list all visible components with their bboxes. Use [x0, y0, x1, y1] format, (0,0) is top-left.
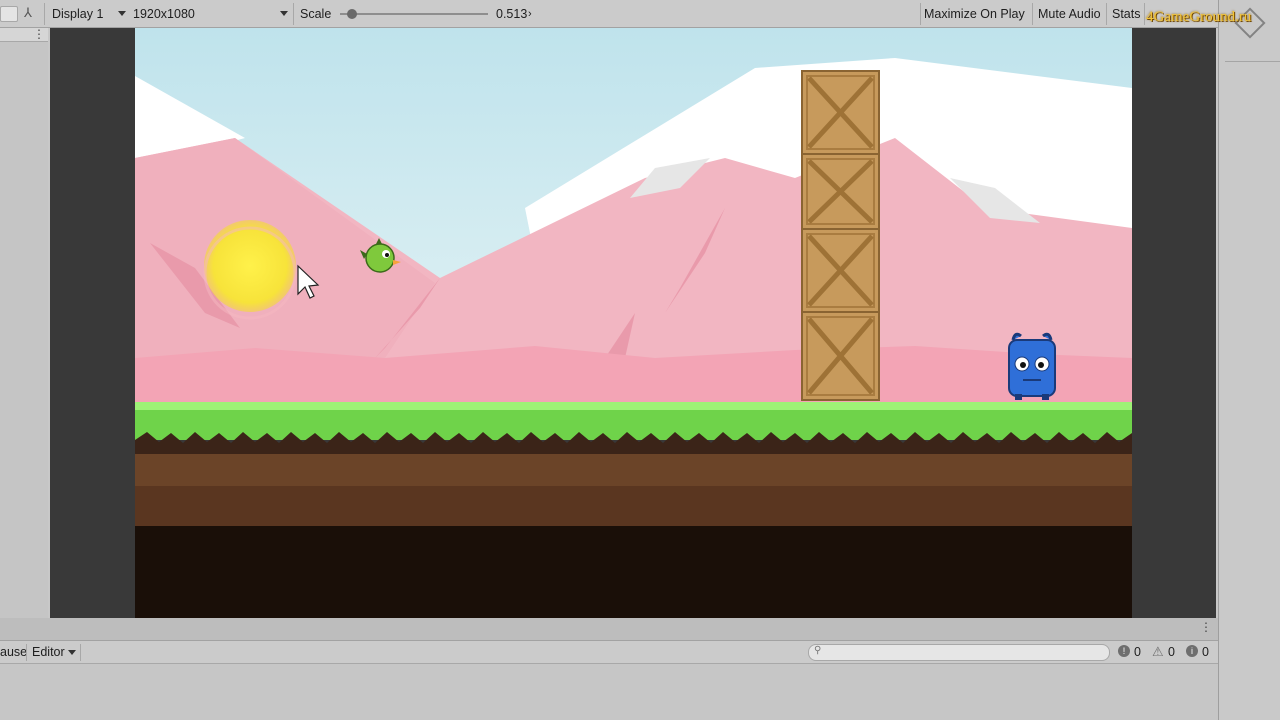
- audio-icon[interactable]: ⅄: [24, 5, 32, 21]
- console-toolbar: ause Editor ⚲ ! 0 ⚠ 0 i 0: [0, 640, 1218, 664]
- toolbar-divider: [44, 3, 45, 25]
- chevron-down-icon: [68, 650, 76, 655]
- chevron-down-icon: [280, 11, 288, 16]
- scale-value: 0.513: [496, 7, 528, 21]
- mute-audio-toggle[interactable]: Mute Audio: [1038, 0, 1101, 28]
- game-view-toolbar: ⅄ Display 1 1920x1080 Scale 0.513 › Maxi…: [0, 0, 1218, 28]
- dirt-dark-band: [135, 486, 1132, 526]
- editor-dropdown[interactable]: Editor: [32, 641, 78, 663]
- console-search-input[interactable]: ⚲: [808, 644, 1110, 661]
- grass: [135, 410, 1132, 440]
- message-count: 0: [1202, 645, 1209, 659]
- chevron-down-icon: [118, 11, 126, 16]
- blue-monster: [1008, 332, 1056, 400]
- scale-slider[interactable]: [340, 9, 488, 19]
- crate: [801, 228, 880, 313]
- display-dropdown[interactable]: Display 1: [52, 0, 128, 28]
- chevron-right-icon: ›: [528, 8, 532, 20]
- warning-icon: ⚠: [1152, 644, 1164, 659]
- search-icon: ⚲: [814, 645, 822, 656]
- toolbar-divider: [26, 644, 27, 661]
- left-side-panel: ⋮: [0, 27, 48, 618]
- toolbar-divider: [80, 644, 81, 661]
- grass-top: [135, 402, 1132, 410]
- game-viewport[interactable]: [135, 28, 1132, 618]
- console-log-area[interactable]: [0, 664, 1218, 720]
- stats-toggle[interactable]: Stats: [1112, 0, 1141, 28]
- toolbar-divider: [1106, 3, 1107, 25]
- sun: [204, 220, 296, 312]
- crate: [801, 311, 880, 401]
- right-side-panel: [1218, 0, 1280, 720]
- scale-label: Scale: [300, 7, 332, 21]
- info-icon: i: [1186, 645, 1198, 657]
- crate: [801, 153, 880, 230]
- toolbar-left-button[interactable]: [0, 6, 18, 22]
- toolbar-divider: [1032, 3, 1033, 25]
- crate: [801, 70, 880, 155]
- error-icon: !: [1118, 645, 1130, 657]
- editor-label: Editor: [32, 645, 65, 659]
- resolution-label: 1920x1080: [133, 7, 195, 21]
- warning-count-toggle[interactable]: ⚠ 0: [1150, 644, 1180, 662]
- pause-on-error-toggle[interactable]: ause: [0, 645, 27, 659]
- maximize-on-play-toggle[interactable]: Maximize On Play: [924, 0, 1025, 28]
- toolbar-divider: [293, 3, 294, 25]
- display-label: Display 1: [52, 7, 104, 21]
- kebab-menu-icon[interactable]: ⋮: [1200, 620, 1212, 634]
- underground: [135, 526, 1132, 618]
- panel-divider: ⋮: [0, 618, 1218, 640]
- game-view-frame: [50, 28, 1216, 618]
- message-count-toggle[interactable]: i 0: [1184, 644, 1214, 662]
- warning-count: 0: [1168, 645, 1175, 659]
- kebab-menu-icon[interactable]: ⋮: [33, 27, 45, 41]
- crate-tower: [801, 70, 880, 401]
- error-count-toggle[interactable]: ! 0: [1116, 644, 1146, 662]
- scale-slider-track: [340, 13, 488, 15]
- error-count: 0: [1134, 645, 1141, 659]
- resolution-dropdown[interactable]: 1920x1080: [133, 0, 291, 28]
- watermark-text: 4GameGround.ru: [1146, 9, 1252, 25]
- scale-slider-thumb[interactable]: [346, 9, 357, 19]
- toolbar-divider: [1144, 3, 1145, 25]
- toolbar-divider: [920, 3, 921, 25]
